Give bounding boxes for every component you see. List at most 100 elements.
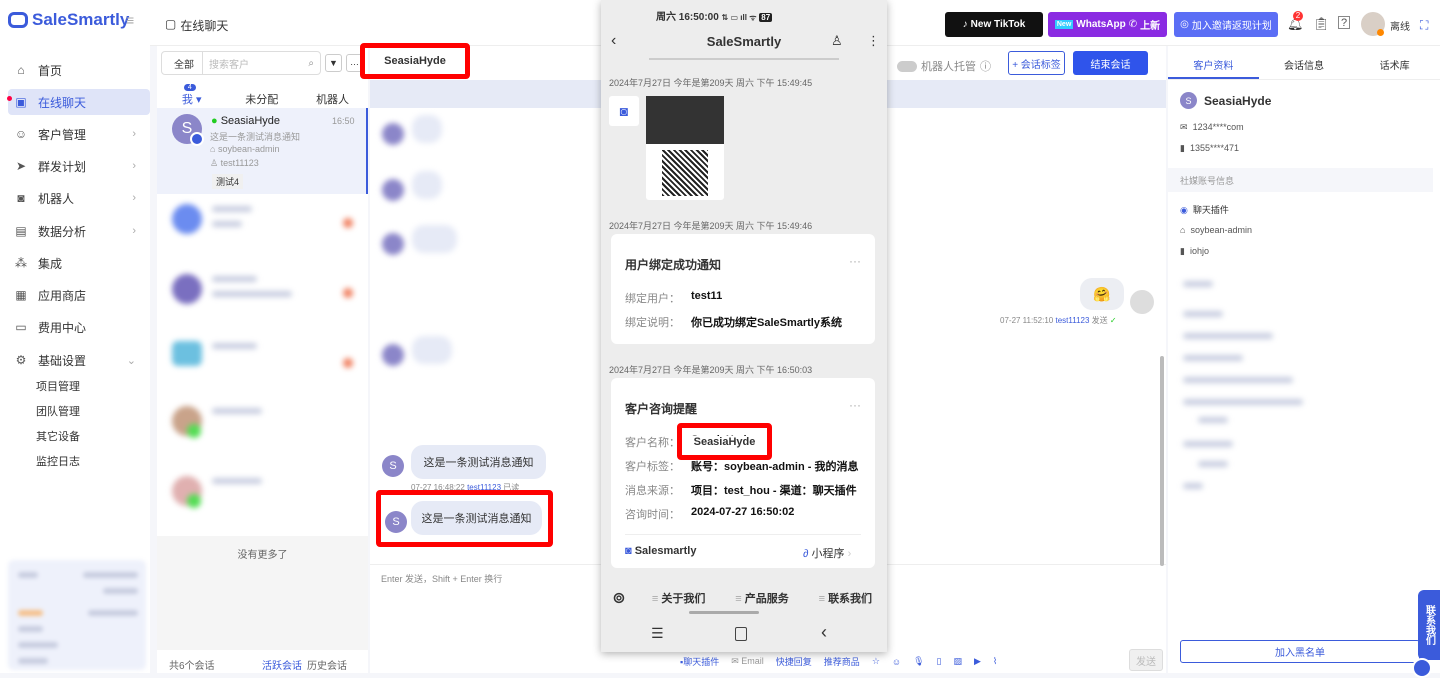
person-icon[interactable]: ♙ xyxy=(831,33,843,49)
recommend-button[interactable]: 推荐商品 xyxy=(824,655,860,668)
sidebar-sub-logs[interactable]: 监控日志 xyxy=(36,453,80,469)
wallet-icon: ▭ xyxy=(15,320,27,334)
count-badge: 4 xyxy=(183,84,196,91)
filter-select[interactable]: 全部 xyxy=(162,52,203,74)
file-icon[interactable]: ▯ xyxy=(937,656,942,667)
mic-icon[interactable]: 🎙︎ xyxy=(913,656,924,667)
status-label[interactable]: 离线 xyxy=(1390,18,1410,33)
conversation-time: 16:50 xyxy=(332,116,355,126)
chevron-right-icon: › xyxy=(132,192,136,204)
no-more-text: 没有更多了 xyxy=(237,550,288,561)
whatsapp-banner[interactable]: New WhatsApp ✆ 上新 xyxy=(1048,12,1167,37)
chat-plugin-icon xyxy=(190,132,204,146)
search-input[interactable]: 搜索客户 xyxy=(203,56,308,71)
add-tag-button[interactable]: + 会话标签 xyxy=(1008,51,1065,75)
contact-us-button[interactable]: 联系我们 xyxy=(1418,590,1440,660)
clipboard-icon[interactable]: 📋︎ xyxy=(1313,16,1330,32)
search-bar: 全部 搜索客户 ⌕ xyxy=(161,51,321,75)
page-title: ▢ 在线聊天 xyxy=(165,17,229,33)
more-icon[interactable]: ··· xyxy=(849,398,861,412)
toggle-switch[interactable] xyxy=(897,60,917,72)
scrollbar[interactable] xyxy=(1160,356,1164,566)
history-conversations-link[interactable]: 历史会话 xyxy=(307,657,347,672)
blacklist-button[interactable]: 加入黑名单 xyxy=(1180,640,1420,663)
chat-plugin-icon: ◉ xyxy=(1180,205,1188,215)
keyboard-icon[interactable]: ⊚ xyxy=(601,588,637,608)
tiktok-banner[interactable]: ♪ New TikTok xyxy=(945,12,1043,37)
sidebar-item-home[interactable]: ⌂ 首页 xyxy=(8,57,150,83)
integration-icon: ⁂ xyxy=(15,256,27,270)
menu-collapse-icon[interactable]: ≡ xyxy=(126,12,134,28)
home-icon: ⌂ xyxy=(17,63,25,77)
chevron-right-icon: › xyxy=(132,128,136,140)
chevron-right-icon: › xyxy=(132,225,136,237)
apps-icon: ▦ xyxy=(15,288,27,302)
sidebar-item-billing[interactable]: ▭ 费用中心 xyxy=(8,314,150,340)
sidebar-item-integration[interactable]: ⁂ 集成 xyxy=(8,250,150,276)
plan-info-card xyxy=(8,560,146,670)
chat-icon: ▢ xyxy=(165,17,177,31)
referral-banner[interactable]: ◎ 加入邀请返现计划 xyxy=(1174,12,1278,37)
robot-logo-icon xyxy=(8,12,28,28)
help-icon: ⓘ xyxy=(980,61,991,73)
sidebar-sub-devices[interactable]: 其它设备 xyxy=(36,428,80,444)
image-icon[interactable]: ▨ xyxy=(953,656,962,667)
emoji-icon[interactable]: ☺ xyxy=(892,657,901,667)
mini-program-link[interactable]: ∂ 小程序 › xyxy=(803,545,851,561)
chat-widget-icon[interactable] xyxy=(1412,658,1432,678)
help-icon[interactable]: ? xyxy=(1338,16,1350,29)
chevron-down-icon: ⌄ xyxy=(126,354,136,367)
menu-products[interactable]: ≡ 产品服务 xyxy=(720,590,803,606)
menu-about[interactable]: ≡ 关于我们 xyxy=(637,590,720,606)
more-vertical-icon[interactable]: ⋮ xyxy=(867,33,880,49)
conversation-item-active[interactable]: S ● SeasiaHyde 16:50 这是一条测试消息通知 ⌂ soybea… xyxy=(157,108,368,194)
customer-panel: 客户资料 会话信息 话术库 S SeasiaHyde ✉ 1234****com… xyxy=(1168,46,1440,673)
search-icon[interactable]: ⌕ xyxy=(308,58,320,69)
funnel-icon[interactable]: ▼ xyxy=(325,54,342,72)
highlight-box: SeasiaHyde xyxy=(677,423,772,460)
qr-card-image xyxy=(646,96,724,200)
check-icon: ✓ xyxy=(1109,316,1117,325)
quick-reply-button[interactable]: 快捷回复 xyxy=(776,655,812,668)
sidebar-item-robot[interactable]: ◙ 机器人 › xyxy=(8,185,150,211)
sidebar-item-broadcast[interactable]: ➤ 群发计划 › xyxy=(8,153,150,179)
more-icon[interactable]: ··· xyxy=(849,254,861,268)
tab-customer-profile[interactable]: 客户资料 xyxy=(1168,46,1259,79)
channel-select[interactable]: ▪聊天插件 xyxy=(680,655,719,668)
sidebar-item-chat[interactable]: ▣ 在线聊天 xyxy=(8,89,150,115)
online-dot: ● xyxy=(211,115,221,127)
coin-icon: ◎ xyxy=(1180,19,1189,30)
phone-screenshot: 周六 16:50:00 ⇅ ▭ ıll ᯤ 87 ‹ SaleSmartly ♙… xyxy=(601,0,887,652)
mail-icon: ✉ xyxy=(1180,122,1188,132)
sidebar-sub-project[interactable]: 项目管理 xyxy=(36,378,80,394)
section-header: 社媒账号信息 xyxy=(1168,168,1433,192)
home-nav-icon[interactable] xyxy=(735,627,747,641)
sidebar-sub-team[interactable]: 团队管理 xyxy=(36,403,80,419)
tab-scripts[interactable]: 话术库 xyxy=(1349,46,1440,79)
screenshot-icon[interactable]: ⛶ xyxy=(1420,18,1428,33)
menu-contact[interactable]: ≡ 联系我们 xyxy=(804,590,887,606)
account-icon: ⌂ xyxy=(210,144,218,154)
bot-icon: ◙ xyxy=(625,545,632,557)
chart-icon: ▤ xyxy=(15,224,27,238)
attach-icon[interactable]: ⌇ xyxy=(993,656,997,667)
avatar: S xyxy=(385,511,407,533)
end-conversation-button[interactable]: 结束会话 xyxy=(1073,51,1148,75)
message-input[interactable]: Enter 发送，Shift + Enter 换行 xyxy=(381,572,502,585)
sidebar-item-analytics[interactable]: ▤ 数据分析 › xyxy=(8,218,150,244)
sidebar-item-customers[interactable]: ☺ 客户管理 › xyxy=(8,121,150,147)
back-nav-icon[interactable]: ‹ xyxy=(821,622,827,643)
send-button[interactable]: 发送 xyxy=(1129,649,1163,671)
menu-nav-icon[interactable]: ☰ xyxy=(651,625,664,642)
video-icon[interactable]: ▶ xyxy=(974,656,981,667)
robot-toggle[interactable]: 机器人托管 ⓘ xyxy=(897,58,991,74)
tab-session-info[interactable]: 会话信息 xyxy=(1259,46,1350,79)
highlight-box: SeasiaHyde xyxy=(360,43,470,79)
email-option[interactable]: ✉ Email xyxy=(731,656,764,667)
sidebar-item-appstore[interactable]: ▦ 应用商店 xyxy=(8,282,150,308)
emoji-message: 🤗 xyxy=(1080,278,1124,310)
sidebar-item-settings[interactable]: ⚙ 基础设置 ⌄ xyxy=(8,347,150,373)
active-conversations-link[interactable]: 活跃会话 xyxy=(262,657,302,672)
star-icon[interactable]: ☆ xyxy=(872,656,880,667)
avatar: S xyxy=(1180,92,1197,109)
